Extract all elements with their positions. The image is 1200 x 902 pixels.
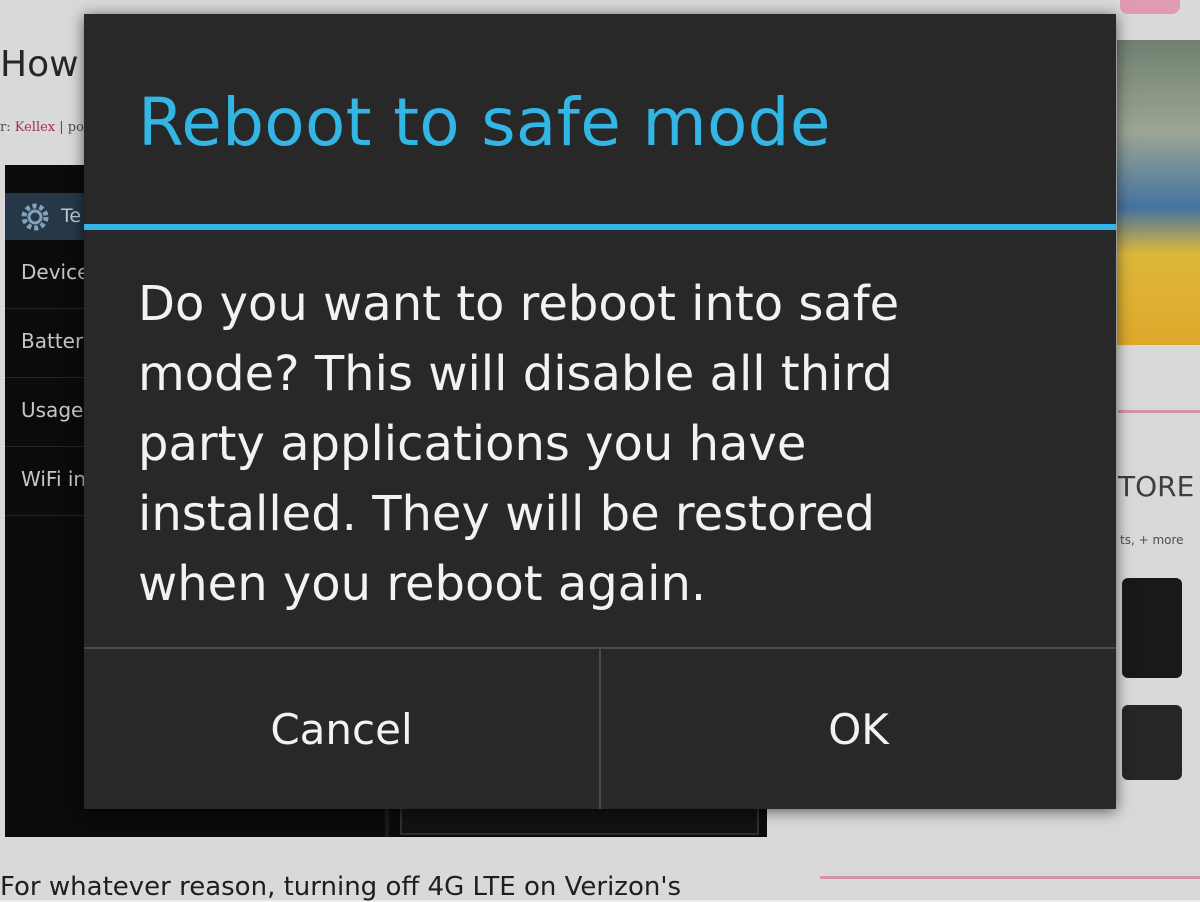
- dialog-message: Do you want to reboot into safe mode? Th…: [138, 276, 900, 612]
- ok-button[interactable]: OK: [601, 649, 1116, 809]
- dialog-title: Reboot to safe mode: [138, 84, 831, 161]
- safe-mode-dialog: Reboot to safe mode Do you want to reboo…: [84, 14, 1116, 809]
- title-divider: [84, 224, 1116, 230]
- cancel-button[interactable]: Cancel: [84, 649, 599, 809]
